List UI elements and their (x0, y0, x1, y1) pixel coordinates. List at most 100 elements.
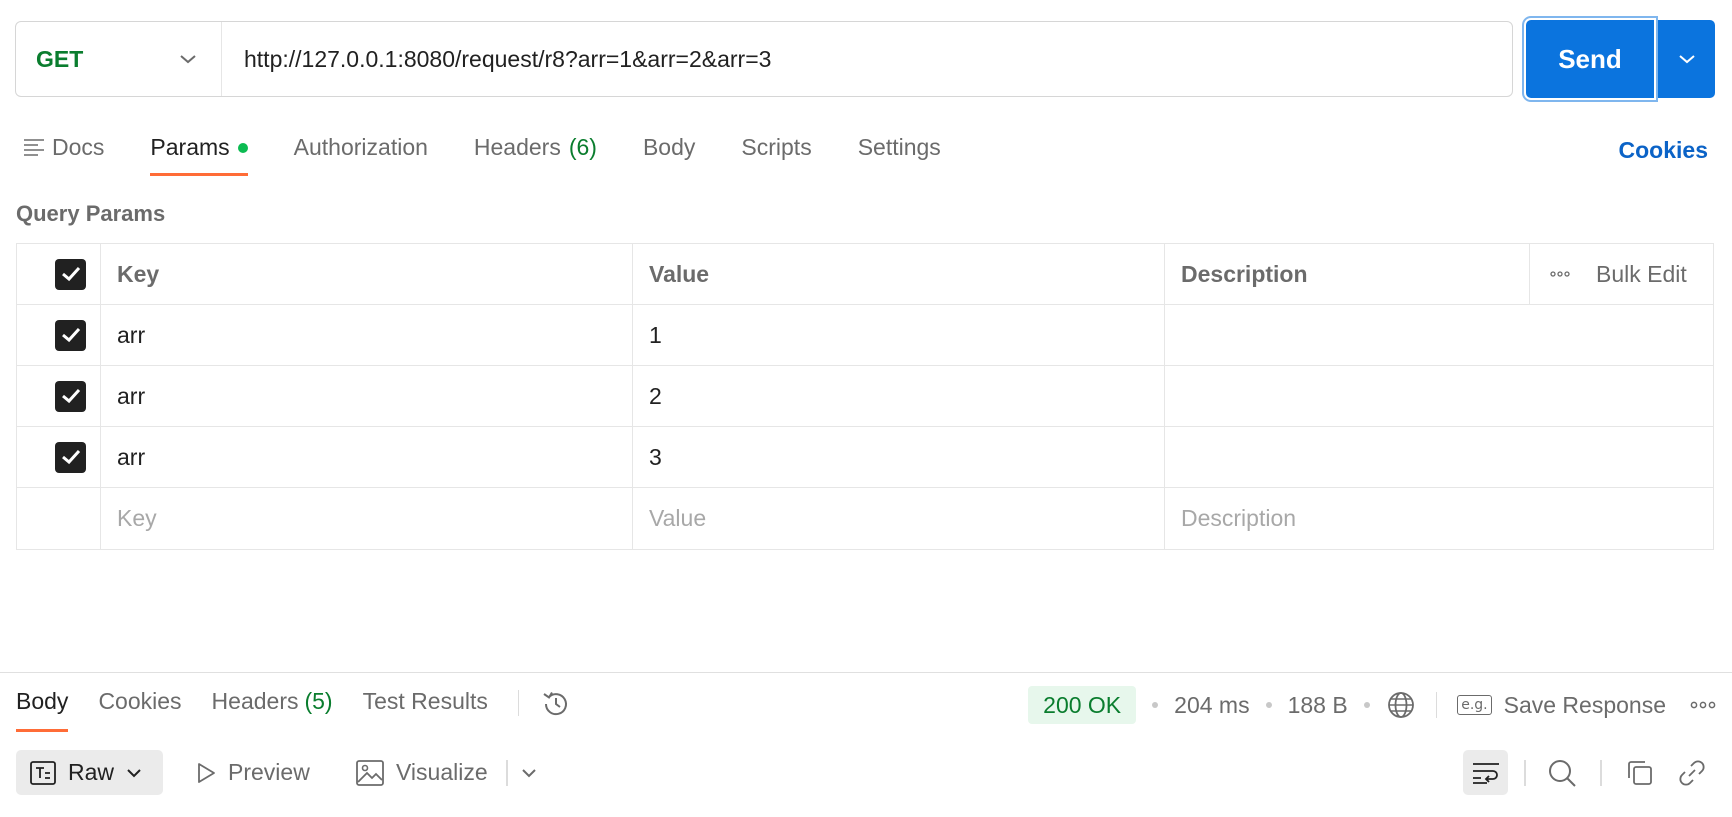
play-icon (196, 762, 216, 784)
copy-icon (1626, 759, 1654, 787)
format-select[interactable]: Raw (16, 750, 163, 795)
separator (1435, 692, 1438, 718)
param-description[interactable] (1165, 305, 1713, 365)
response-tab-body-label: Body (16, 688, 69, 714)
chevron-down-icon (179, 53, 197, 65)
separator-dot (1363, 702, 1370, 708)
cookies-link[interactable]: Cookies (1619, 137, 1708, 164)
visualize-options-button[interactable] (518, 750, 540, 795)
response-status-bar: 200 OK 204 ms 188 B e.g. Save Response (1028, 686, 1716, 724)
tab-authorization[interactable]: Authorization (294, 118, 428, 176)
copy-button[interactable] (1622, 750, 1658, 795)
raw-icon (30, 760, 56, 785)
table-row: arr 3 (17, 427, 1713, 488)
url-input[interactable]: http://127.0.0.1:8080/request/r8?arr=1&a… (222, 46, 771, 73)
preview-button[interactable]: Preview (196, 750, 310, 795)
tab-body-label: Body (642, 134, 696, 160)
docs-icon (24, 138, 44, 156)
history-icon[interactable] (541, 689, 571, 719)
response-tab-cookies[interactable]: Cookies (98, 688, 181, 732)
new-key-input[interactable]: Key (101, 488, 633, 549)
table-header-row: Key Value Description Bulk Edit (17, 244, 1713, 305)
row-checkbox[interactable] (55, 380, 86, 412)
check-icon (61, 449, 80, 465)
param-value[interactable]: 1 (633, 305, 1165, 365)
row-check-cell (17, 427, 101, 487)
tab-headers[interactable]: Headers (6) (474, 118, 597, 176)
visualize-label: Visualize (396, 759, 488, 785)
param-description[interactable] (1165, 366, 1713, 426)
bulk-edit-button[interactable]: Bulk Edit (1596, 261, 1687, 288)
tab-scripts-label: Scripts (741, 134, 812, 160)
response-tab-headers[interactable]: Headers (5) (212, 688, 333, 732)
tab-separator (517, 690, 520, 716)
table-row: arr 1 (17, 305, 1713, 366)
row-check-cell (17, 366, 101, 426)
check-icon (61, 266, 80, 282)
tab-headers-count: (6) (568, 134, 597, 160)
param-value[interactable]: 3 (633, 427, 1165, 487)
separator-dot (1265, 702, 1272, 708)
response-divider[interactable] (0, 672, 1732, 673)
image-icon (356, 759, 384, 786)
globe-icon[interactable] (1386, 690, 1416, 720)
tab-settings-label: Settings (857, 134, 941, 160)
separator-dot (1152, 702, 1159, 708)
tab-headers-label: Headers (473, 134, 561, 160)
param-key[interactable]: arr (101, 366, 633, 426)
search-button[interactable] (1544, 750, 1580, 795)
toolbar-separator (1600, 760, 1602, 786)
status-badge[interactable]: 200 OK (1028, 686, 1137, 724)
param-description[interactable] (1165, 427, 1713, 487)
preview-label: Preview (228, 759, 310, 785)
tab-scripts[interactable]: Scripts (741, 118, 811, 176)
param-key[interactable]: arr (101, 305, 633, 365)
chevron-down-icon (126, 768, 142, 778)
method-label: GET (36, 45, 84, 72)
response-tabs: Body Cookies Headers (5) Test Results (16, 688, 571, 732)
send-button[interactable]: Send (1526, 20, 1654, 98)
format-label: Raw (68, 759, 115, 785)
response-tab-body[interactable]: Body (16, 688, 69, 732)
request-tabs: Docs Params Authorization Headers (6) Bo… (24, 118, 987, 176)
tab-params[interactable]: Params (150, 118, 248, 176)
new-value-input[interactable]: Value (633, 488, 1165, 549)
send-options-button[interactable] (1658, 20, 1715, 98)
row-checkbox[interactable] (55, 441, 86, 473)
link-icon (1677, 758, 1707, 788)
visualize-button[interactable]: Visualize (356, 750, 488, 795)
example-icon: e.g. (1457, 695, 1492, 715)
select-all-cell (17, 244, 101, 304)
row-checkbox[interactable] (55, 319, 86, 351)
check-icon (61, 388, 80, 404)
table-row: arr 2 (17, 366, 1713, 427)
query-params-title: Query Params (16, 201, 166, 226)
method-select[interactable]: GET (16, 22, 222, 96)
param-key[interactable]: arr (101, 427, 633, 487)
tab-settings[interactable]: Settings (858, 118, 941, 176)
more-options-icon[interactable] (1690, 701, 1716, 709)
url-bar: GET http://127.0.0.1:8080/request/r8?arr… (15, 21, 1513, 97)
more-options-icon[interactable] (1550, 271, 1570, 277)
param-value[interactable]: 2 (633, 366, 1165, 426)
copy-link-button[interactable] (1674, 750, 1710, 795)
wrap-lines-button[interactable] (1463, 750, 1508, 795)
save-response-button[interactable]: Save Response (1504, 692, 1666, 719)
response-tab-cookies-label: Cookies (98, 688, 182, 714)
select-all-checkbox[interactable] (55, 258, 86, 290)
new-description-input[interactable]: Description (1165, 488, 1713, 549)
search-icon (1547, 758, 1577, 788)
toolbar-separator (506, 760, 508, 786)
response-tab-headers-label: Headers (211, 688, 299, 714)
empty-check-cell (17, 488, 101, 549)
response-time[interactable]: 204 ms (1174, 692, 1249, 719)
response-tab-test-results[interactable]: Test Results (363, 688, 488, 732)
response-headers-count: (5) (304, 688, 333, 714)
column-header-value: Value (633, 244, 1165, 304)
new-param-row: Key Value Description (17, 488, 1713, 549)
tab-docs[interactable]: Docs (24, 118, 104, 176)
toolbar-separator (1524, 760, 1526, 786)
response-size[interactable]: 188 B (1288, 692, 1348, 719)
response-tab-test-results-label: Test Results (362, 688, 488, 714)
tab-body[interactable]: Body (643, 118, 695, 176)
